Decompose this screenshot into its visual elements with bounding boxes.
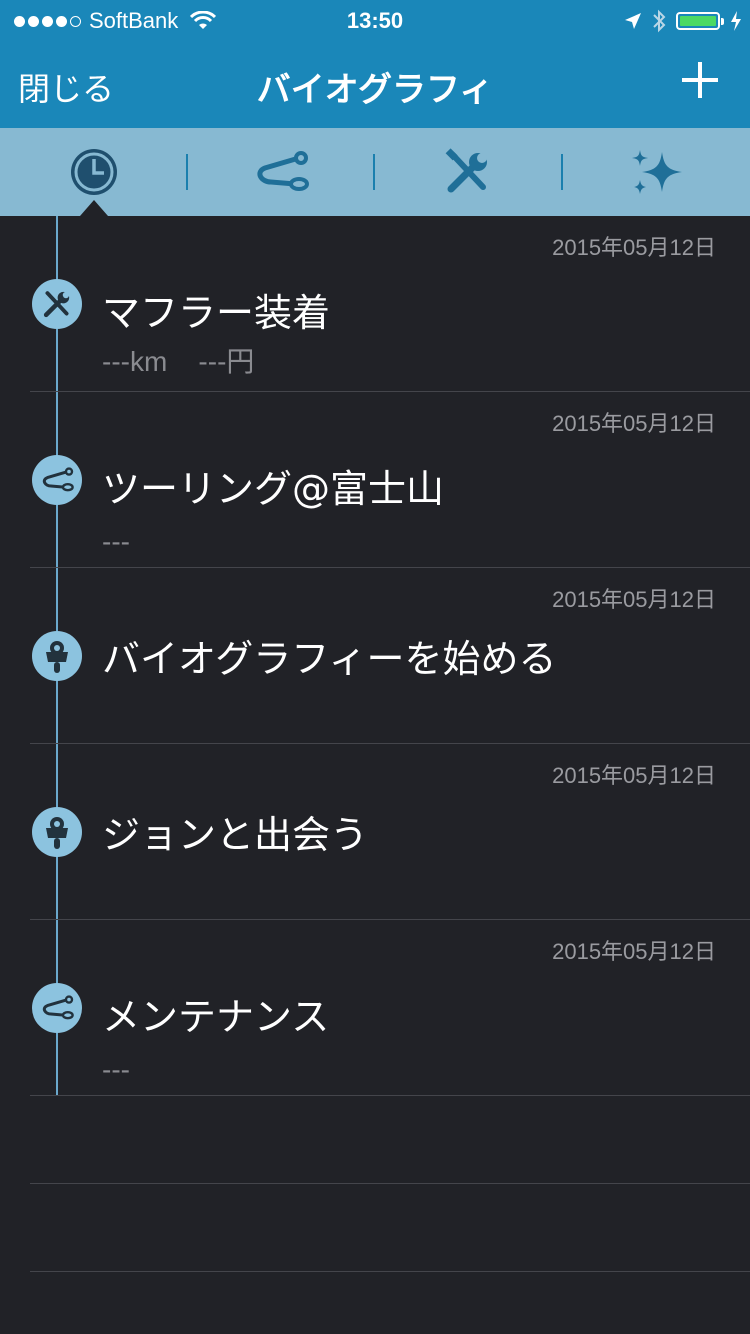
location-arrow-icon: [625, 13, 641, 29]
charging-bolt-icon: [731, 11, 741, 31]
tab-maintenance[interactable]: [374, 128, 562, 216]
entry-date: 2015年05月12日: [552, 587, 716, 612]
empty-row-divider: [30, 1183, 750, 1184]
entry-date: 2015年05月12日: [552, 939, 716, 964]
route-icon: [42, 995, 74, 1020]
entry-badge: [32, 983, 82, 1033]
clock-icon: [71, 149, 117, 195]
timeline-entry[interactable]: 2015年05月12日 メンテナンス ---: [0, 920, 750, 1096]
tools-icon: [445, 148, 487, 193]
motorcycle-icon: [46, 641, 68, 673]
entry-badge: [32, 631, 82, 681]
entry-subtitle: ---: [102, 1054, 130, 1085]
entry-title: マフラー装着: [102, 291, 331, 335]
navigation-bar: 閉じる バイオグラフィ: [0, 40, 750, 128]
tools-icon: [43, 291, 70, 318]
route-icon: [257, 151, 309, 191]
empty-row-divider: [30, 1271, 750, 1272]
timeline-entry[interactable]: 2015年05月12日 バイオグラフィーを始める: [0, 568, 750, 744]
entry-date: 2015年05月12日: [552, 411, 716, 436]
selected-tab-indicator: [80, 200, 108, 216]
row-divider: [30, 1095, 750, 1096]
tab-bar: [0, 128, 750, 216]
bluetooth-icon: [653, 9, 666, 33]
timeline-entry[interactable]: 2015年05月12日 ツーリング@富士山 ---: [0, 392, 750, 568]
sparkle-icon: [632, 150, 682, 194]
entry-date: 2015年05月12日: [552, 235, 716, 260]
timeline-list: 2015年05月12日 マフラー装着 ---km ---円 2015年05月12…: [0, 216, 750, 1334]
plus-icon: [682, 62, 718, 98]
timeline-entry[interactable]: 2015年05月12日 マフラー装着 ---km ---円: [0, 216, 750, 392]
entry-date: 2015年05月12日: [552, 763, 716, 788]
entry-subtitle: ---km ---円: [102, 346, 255, 377]
page-title: バイオグラフィ: [256, 70, 494, 110]
entry-title: ツーリング@富士山: [102, 467, 445, 511]
battery-icon: [676, 12, 724, 30]
tab-customize[interactable]: [562, 128, 750, 216]
status-right: [624, 8, 742, 34]
timeline-entry[interactable]: 2015年05月12日 ジョンと出会う: [0, 744, 750, 920]
entry-badge: [32, 455, 82, 505]
entry-title: メンテナンス: [102, 995, 330, 1039]
entry-title: バイオグラフィーを始める: [102, 637, 557, 681]
entry-subtitle: ---: [102, 526, 130, 557]
status-bar: SoftBank 13:50: [0, 0, 750, 40]
entry-badge: [32, 279, 82, 329]
motorcycle-icon: [46, 817, 68, 849]
entry-badge: [32, 807, 82, 857]
add-button[interactable]: [680, 60, 720, 100]
entry-title: ジョンと出会う: [102, 813, 369, 857]
tab-touring[interactable]: [187, 128, 375, 216]
route-icon: [42, 467, 74, 492]
